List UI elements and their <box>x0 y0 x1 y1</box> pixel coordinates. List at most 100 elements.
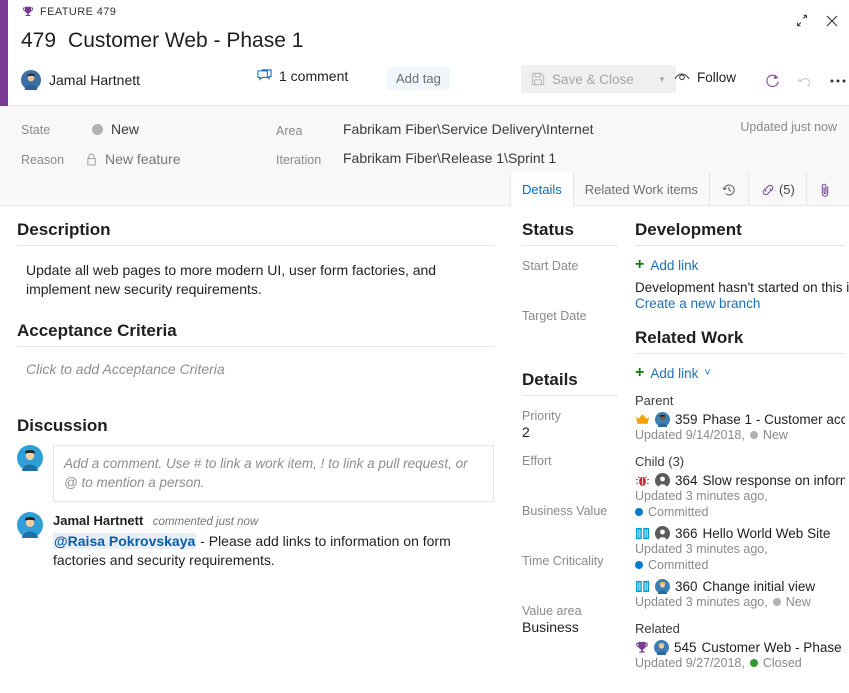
tab-related-work-items-label: Related Work items <box>584 182 698 197</box>
related-work-divider <box>635 353 845 354</box>
work-item-type-row: FEATURE 479 <box>22 6 116 18</box>
state-dot-icon <box>92 123 103 135</box>
related-item-meta: Updated 9/14/2018, New <box>635 428 845 442</box>
work-item-type-accent-bar <box>0 0 8 106</box>
form-tab-strip: Details Related Work items (5) <box>510 173 843 206</box>
tab-links[interactable]: (5) <box>747 173 806 206</box>
related-add-link-label: Add link <box>650 365 699 381</box>
status-badge: Committed <box>635 505 708 519</box>
follow-label: Follow <box>697 70 737 85</box>
related-item-id: 359 <box>675 412 698 427</box>
save-icon <box>531 72 545 86</box>
follow-button[interactable]: Follow <box>674 70 736 85</box>
details-left-column: Description Update all web pages to more… <box>0 207 510 693</box>
priority-value[interactable]: 2 <box>522 424 618 441</box>
development-empty-note: Development hasn't started on this item. <box>635 280 849 295</box>
related-item-updated: Updated 9/27/2018, <box>635 656 745 670</box>
work-item-meta-row: Jamal Hartnett 1 comment Add tag Save & … <box>21 14 846 94</box>
development-add-link-button[interactable]: + Add link <box>635 257 845 273</box>
tab-links-count: (5) <box>778 182 795 197</box>
priority-label: Priority <box>522 409 561 423</box>
work-item-title-row: 479 Customer Web - Phase 1 <box>21 29 303 53</box>
comment-icon <box>257 68 272 84</box>
value-area-label: Value area <box>522 604 582 618</box>
time-criticality-value[interactable] <box>522 569 618 591</box>
development-add-link-label: Add link <box>650 257 699 273</box>
comment-timestamp: commented just now <box>152 516 259 528</box>
target-date-value[interactable] <box>522 324 618 346</box>
related-work-item[interactable]: 364 Slow response on inform... Updated 3… <box>635 473 845 519</box>
acceptance-criteria-placeholder[interactable]: Click to add Acceptance Criteria <box>17 349 494 377</box>
comment-author: Jamal Hartnett <box>53 513 144 528</box>
undo-icon[interactable] <box>793 69 817 93</box>
value-area-value[interactable]: Business <box>522 619 618 636</box>
state-dot-icon <box>749 659 758 667</box>
target-date-label: Target Date <box>522 309 587 323</box>
effort-value[interactable] <box>522 469 618 491</box>
iteration-label: Iteration <box>276 153 322 167</box>
close-icon[interactable] <box>821 10 843 32</box>
add-comment-input[interactable]: Add a comment. Use # to link a work item… <box>53 445 494 502</box>
related-item-state: New <box>785 595 811 609</box>
work-item-header: FEATURE 479 479 Customer Web - Phase 1 J… <box>0 0 849 106</box>
comment-count-link[interactable]: 1 comment <box>257 68 348 84</box>
related-item-title[interactable]: Phase 1 - Customer acce... <box>703 412 845 427</box>
iteration-value[interactable]: Fabrikam Fiber\Release 1\Sprint 1 <box>343 150 556 166</box>
create-new-branch-link[interactable]: Create a new branch <box>635 296 845 311</box>
related-item-title[interactable]: Hello World Web Site <box>703 526 831 541</box>
related-work-item[interactable]: 366 Hello World Web Site Updated 3 minut… <box>635 526 845 572</box>
reason-text: New feature <box>105 151 181 167</box>
comment-count-label: 1 comment <box>279 68 349 84</box>
related-work-heading: Related Work <box>635 328 744 347</box>
related-add-link-button[interactable]: + Add link ˅ <box>635 365 845 381</box>
tab-history[interactable] <box>708 173 748 206</box>
related-work-item[interactable]: 360 Change initial view Updated 3 minute… <box>635 579 845 609</box>
related-item-line: 360 Change initial view <box>635 579 845 594</box>
state-value[interactable]: New <box>92 121 139 137</box>
restore-down-icon[interactable] <box>791 10 813 32</box>
related-item-line: 366 Hello World Web Site <box>635 526 845 541</box>
history-icon <box>721 182 737 198</box>
work-item-title[interactable]: Customer Web - Phase 1 <box>68 29 303 53</box>
add-tag-button[interactable]: Add tag <box>387 67 450 90</box>
tab-details[interactable]: Details <box>510 173 573 206</box>
related-item-meta: Updated 3 minutes ago, Committed <box>635 489 845 519</box>
related-item-id: 364 <box>675 473 698 488</box>
description-text[interactable]: Update all web pages to more modern UI, … <box>17 248 494 299</box>
comment-mention[interactable]: @Raisa Pokrovskaya <box>53 533 197 549</box>
status-badge: Committed <box>635 558 708 572</box>
acceptance-criteria-heading: Acceptance Criteria <box>17 321 177 340</box>
status-badge: New <box>749 428 788 442</box>
more-actions-icon[interactable] <box>826 69 849 93</box>
related-item-title[interactable]: Customer Web - Phase 1 <box>702 640 845 655</box>
description-divider <box>17 245 494 246</box>
comment-body: Jamal Hartnett commented just now @Raisa… <box>53 512 494 570</box>
trophy-icon <box>22 6 34 18</box>
tab-details-label: Details <box>522 182 562 197</box>
tab-related-work-items[interactable]: Related Work items <box>572 173 709 206</box>
related-item-title[interactable]: Slow response on inform... <box>703 473 845 488</box>
related-work-item[interactable]: 545 Customer Web - Phase 1 Updated 9/27/… <box>635 640 845 670</box>
avatar <box>655 473 670 488</box>
avatar <box>17 512 43 538</box>
related-item-id: 360 <box>675 579 698 594</box>
save-and-close-button[interactable]: Save & Close ▾ <box>521 65 677 93</box>
related-item-meta: Updated 3 minutes ago, Committed <box>635 542 845 572</box>
related-item-line: 545 Customer Web - Phase 1 <box>635 640 845 655</box>
work-item-type-label: FEATURE 479 <box>40 6 117 18</box>
related-work-item[interactable]: 359 Phase 1 - Customer acce... Updated 9… <box>635 412 845 442</box>
start-date-value[interactable] <box>522 274 618 296</box>
tab-attachments[interactable] <box>805 173 843 206</box>
avatar <box>655 526 670 541</box>
related-item-title[interactable]: Change initial view <box>703 579 816 594</box>
state-dot-icon <box>749 431 758 439</box>
development-heading: Development <box>635 220 742 239</box>
save-and-close-label: Save & Close <box>552 71 634 87</box>
chevron-down-icon[interactable]: ▾ <box>660 74 665 85</box>
area-value[interactable]: Fabrikam Fiber\Service Delivery\Internet <box>343 121 594 137</box>
chevron-down-icon[interactable]: ˅ <box>704 367 710 379</box>
trophy-icon <box>635 641 649 655</box>
business-value-value[interactable] <box>522 519 618 541</box>
refresh-icon[interactable] <box>760 69 784 93</box>
assigned-to[interactable]: Jamal Hartnett <box>21 70 140 90</box>
